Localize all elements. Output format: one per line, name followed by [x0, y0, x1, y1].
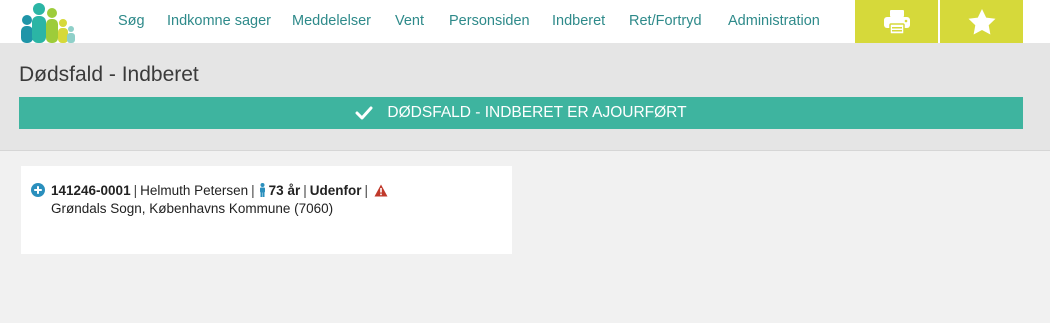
separator: |: [133, 182, 138, 198]
top-navigation-bar: Søg Indkomne sager Meddelelser Vent Pers…: [0, 0, 1050, 43]
status-banner: DØDSFALD - INDBERET ER AJOURFØRT: [19, 97, 1023, 129]
separator: |: [364, 182, 368, 198]
nav-item-meddelelser[interactable]: Meddelelser: [292, 13, 371, 29]
separator: |: [251, 182, 255, 198]
nav-item-administration[interactable]: Administration: [728, 13, 820, 29]
nav-item-vent[interactable]: Vent: [395, 13, 424, 29]
person-name: Helmuth Petersen: [140, 182, 249, 198]
separator: |: [303, 182, 307, 198]
person-icon: [259, 183, 266, 197]
nav-item-indkomne-sager[interactable]: Indkomne sager: [167, 13, 271, 29]
page-header: Dødsfald - Indberet DØDSFALD - INDBERET …: [0, 43, 1050, 151]
warning-icon[interactable]: [374, 184, 388, 197]
person-status: Udenfor: [309, 182, 362, 198]
app-logo[interactable]: [18, 2, 76, 43]
person-location: Grøndals Sogn, Københavns Kommune (7060): [51, 201, 334, 216]
person-age: 73 år: [268, 182, 301, 198]
favorite-button[interactable]: [940, 0, 1023, 43]
nav-item-ret-fortryd[interactable]: Ret/Fortryd: [629, 13, 702, 29]
plus-circle-icon[interactable]: [31, 183, 45, 197]
status-text: DØDSFALD - INDBERET ER AJOURFØRT: [387, 104, 687, 121]
person-summary: 141246-0001 | Helmuth Petersen | 73 år |…: [31, 181, 388, 199]
person-card: 141246-0001 | Helmuth Petersen | 73 år |…: [21, 166, 512, 254]
page-title: Dødsfald - Indberet: [19, 63, 199, 86]
check-icon: [355, 106, 373, 120]
print-button[interactable]: [855, 0, 938, 43]
nav-item-sog[interactable]: Søg: [118, 13, 145, 29]
person-cpr: 141246-0001: [51, 182, 131, 198]
nav-item-indberet[interactable]: Indberet: [552, 13, 605, 29]
nav-item-personsiden[interactable]: Personsiden: [449, 13, 530, 29]
printer-icon: [882, 9, 912, 35]
star-icon: [967, 8, 997, 36]
